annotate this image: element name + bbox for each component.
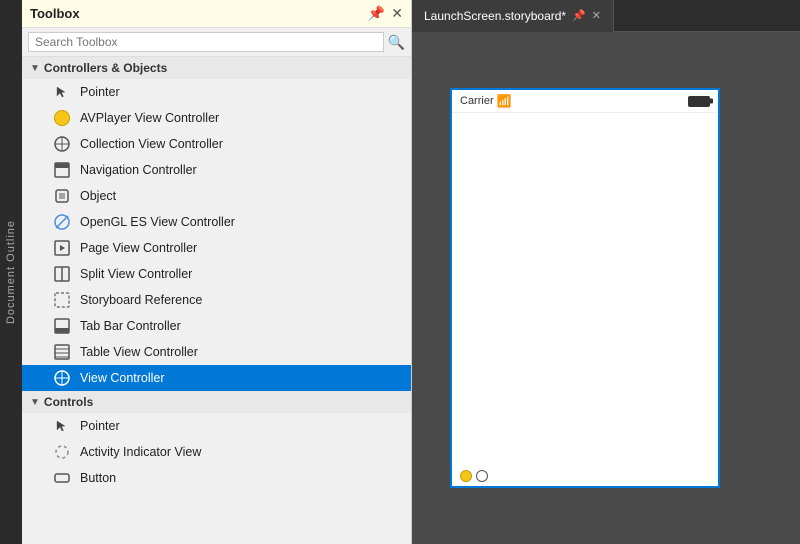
toolbox-header: Toolbox 📌 ✕ xyxy=(22,0,411,28)
list-item[interactable]: Table View Controller xyxy=(22,339,411,365)
pointer-icon xyxy=(52,82,72,102)
document-outline-panel: Document Outline xyxy=(0,0,22,544)
view-controller-frame[interactable]: Carrier 📶 xyxy=(450,88,720,488)
list-item[interactable]: Split View Controller xyxy=(22,261,411,287)
phone-bottom-bar xyxy=(452,466,718,486)
tab-launchscreen-storyboard[interactable]: LaunchScreen.storyboard* 📌 ✕ xyxy=(412,0,614,32)
bottom-yellow-icon xyxy=(460,470,472,482)
tab-label: LaunchScreen.storyboard* xyxy=(424,9,566,23)
list-item[interactable]: Collection View Controller xyxy=(22,131,411,157)
group-controls[interactable]: ▼ Controls xyxy=(22,391,411,413)
item-label: Table View Controller xyxy=(80,345,403,359)
list-item[interactable]: AVPlayer View Controller xyxy=(22,105,411,131)
toolbox-search-bar: 🔍 xyxy=(22,28,411,57)
split-vc-icon xyxy=(52,264,72,284)
wifi-icon: 📶 xyxy=(497,94,512,108)
list-item[interactable]: Page View Controller xyxy=(22,235,411,261)
pin-window-icon[interactable]: 📌 xyxy=(368,5,385,22)
toolbox-panel: Toolbox 📌 ✕ 🔍 ▼ Controllers & Objects Po… xyxy=(22,0,412,544)
phone-status-bar: Carrier 📶 xyxy=(452,90,718,113)
battery-icon xyxy=(688,96,710,107)
item-label: Split View Controller xyxy=(80,267,403,281)
toolbox-title: Toolbox xyxy=(30,6,80,21)
item-label: View Controller xyxy=(80,371,403,385)
button-item-icon xyxy=(52,468,72,488)
activity-indicator-icon xyxy=(52,442,72,462)
list-item[interactable]: Navigation Controller xyxy=(22,157,411,183)
item-label: Object xyxy=(80,189,403,203)
item-label: Page View Controller xyxy=(80,241,403,255)
list-item[interactable]: Storyboard Reference xyxy=(22,287,411,313)
list-item[interactable]: Pointer xyxy=(22,79,411,105)
collection-vc-icon xyxy=(52,134,72,154)
toolbox-list: ▼ Controllers & Objects Pointer AVPlayer… xyxy=(22,57,411,544)
item-label: Pointer xyxy=(80,85,403,99)
group-label: Controls xyxy=(44,395,93,409)
list-item[interactable]: Activity Indicator View xyxy=(22,439,411,465)
bottom-grid-icon xyxy=(476,470,488,482)
storyboard-canvas[interactable]: ▶ Carrier 📶 xyxy=(412,32,800,544)
phone-content-area xyxy=(452,113,718,466)
search-icon[interactable]: 🔍 xyxy=(388,34,405,51)
item-label: Pointer xyxy=(80,419,403,433)
group-arrow-icon: ▼ xyxy=(30,63,40,74)
tableview-vc-icon xyxy=(52,342,72,362)
editor-tab-bar: LaunchScreen.storyboard* 📌 ✕ xyxy=(412,0,800,32)
main-editor-area: LaunchScreen.storyboard* 📌 ✕ ▶ Carrier 📶 xyxy=(412,0,800,544)
item-label: Collection View Controller xyxy=(80,137,403,151)
carrier-label: Carrier 📶 xyxy=(460,94,512,108)
pointer2-icon xyxy=(52,416,72,436)
tabbar-vc-icon xyxy=(52,316,72,336)
toolbox-header-icons: 📌 ✕ xyxy=(368,5,403,22)
view-vc-icon xyxy=(52,368,72,388)
group-label: Controllers & Objects xyxy=(44,61,167,75)
group-arrow-icon: ▼ xyxy=(30,397,40,408)
list-item[interactable]: Pointer xyxy=(22,413,411,439)
item-label: OpenGL ES View Controller xyxy=(80,215,403,229)
carrier-text: Carrier xyxy=(460,95,494,107)
list-item[interactable]: View Controller xyxy=(22,365,411,391)
item-label: AVPlayer View Controller xyxy=(80,111,403,125)
item-label: Navigation Controller xyxy=(80,163,403,177)
list-item[interactable]: Tab Bar Controller xyxy=(22,313,411,339)
list-item[interactable]: Button xyxy=(22,465,411,491)
list-item[interactable]: OpenGL ES View Controller xyxy=(22,209,411,235)
opengl-vc-icon xyxy=(52,212,72,232)
item-label: Tab Bar Controller xyxy=(80,319,403,333)
group-controllers-objects[interactable]: ▼ Controllers & Objects xyxy=(22,57,411,79)
item-label: Activity Indicator View xyxy=(80,445,403,459)
item-label: Storyboard Reference xyxy=(80,293,403,307)
close-toolbox-icon[interactable]: ✕ xyxy=(391,5,403,22)
close-tab-icon[interactable]: ✕ xyxy=(592,9,601,22)
item-label: Button xyxy=(80,471,403,485)
avplayer-icon xyxy=(52,108,72,128)
search-input[interactable] xyxy=(28,32,384,52)
navigation-vc-icon xyxy=(52,160,72,180)
pin-tab-icon[interactable]: 📌 xyxy=(572,9,586,22)
object-icon xyxy=(52,186,72,206)
document-outline-label: Document Outline xyxy=(5,220,17,324)
page-vc-icon xyxy=(52,238,72,258)
list-item[interactable]: Object xyxy=(22,183,411,209)
storyboard-ref-icon xyxy=(52,290,72,310)
